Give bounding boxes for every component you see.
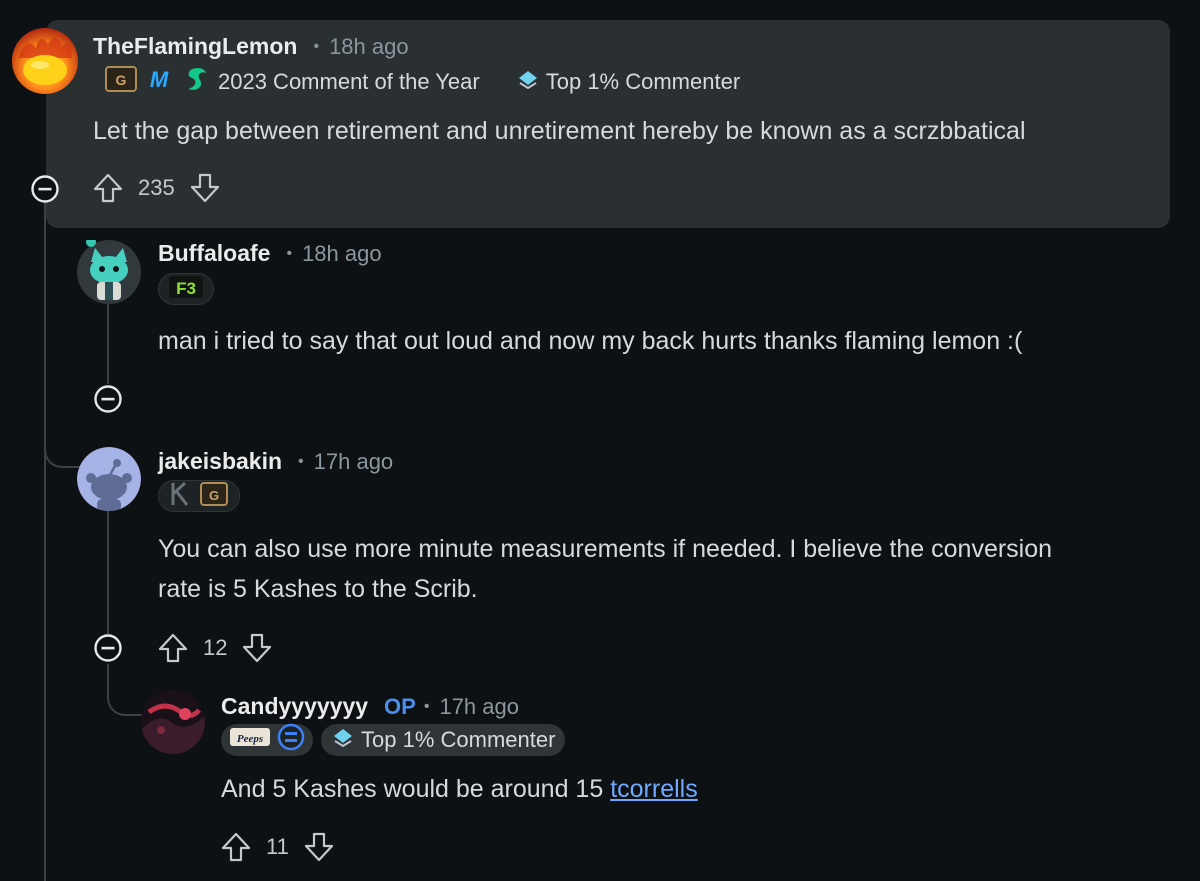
top-commenter-badge: Top 1% Commenter <box>506 66 750 98</box>
comment-body: And 5 Kashes would be around 15 tcorrell… <box>221 769 698 809</box>
minnesota-logo-icon: M <box>144 65 174 99</box>
collapse-thread-button[interactable] <box>93 633 123 663</box>
meta-separator: • <box>298 453 304 470</box>
collapse-thread-button[interactable] <box>30 174 60 204</box>
comment-username[interactable]: jakeisbakin <box>158 448 282 475</box>
upvote-icon[interactable] <box>157 632 189 664</box>
upvote-icon[interactable] <box>92 172 124 204</box>
svg-text:M: M <box>150 67 169 92</box>
comment-username[interactable]: Candyyyyyyy <box>221 693 368 720</box>
comment-body-text: And 5 Kashes would be around 15 <box>221 775 604 803</box>
team-circle-logo-icon <box>277 723 305 757</box>
avatar[interactable] <box>77 237 141 304</box>
collapse-thread-button[interactable] <box>93 384 123 414</box>
top-commenter-label: Top 1% Commenter <box>361 727 556 752</box>
thread-elbow-candy <box>107 664 145 716</box>
user-flair: Peeps <box>221 723 313 757</box>
user-mention-link[interactable]: tcorrells <box>610 775 698 803</box>
comment-body: man i tried to say that out loud and now… <box>158 327 1023 355</box>
downvote-icon[interactable] <box>303 831 335 863</box>
gen-g-logo-icon: G <box>104 65 138 99</box>
top-commenter-label: Top 1% Commenter <box>545 69 741 94</box>
comment-body-line: rate is 5 Kashes to the Scrib. <box>158 575 478 603</box>
flair-badge-text: Peeps <box>237 733 263 745</box>
downvote-icon[interactable] <box>189 172 221 204</box>
user-flair: G M 2023 Comment of the Year <box>100 66 484 98</box>
fly-quest-logo-icon: F3 <box>167 274 205 305</box>
user-flair: G <box>158 480 240 512</box>
comment-time[interactable]: 18h ago <box>302 241 382 267</box>
team-logo-icon <box>169 481 191 512</box>
comment-time[interactable]: 17h ago <box>439 694 519 720</box>
comment-username[interactable]: Buffaloafe <box>158 240 270 267</box>
thread-line-buffaloafe <box>107 300 109 384</box>
comment-time[interactable]: 18h ago <box>329 34 409 60</box>
comment-username[interactable]: TheFlamingLemon <box>93 33 297 60</box>
op-label: OP <box>384 694 416 719</box>
comment-body-line: You can also use more minute measurement… <box>158 535 1053 563</box>
meta-separator: • <box>423 698 430 715</box>
svg-text:G: G <box>209 488 219 503</box>
avatar[interactable] <box>12 28 78 94</box>
avatar[interactable] <box>77 447 141 511</box>
downvote-icon[interactable] <box>241 632 273 664</box>
vote-count: 12 <box>203 635 228 660</box>
svg-text:G: G <box>116 72 127 88</box>
top-commenter-badge: Top 1% Commenter <box>321 724 566 756</box>
top-commenter-icon <box>331 727 355 753</box>
user-flair: F3 <box>158 273 214 305</box>
vote-count: 235 <box>138 175 175 200</box>
peeps-logo-icon: Peeps <box>229 725 271 755</box>
flair-badge-text: F3 <box>176 279 196 298</box>
thread-line-main <box>44 200 46 881</box>
meta-separator: • <box>313 38 320 55</box>
comment-body: Let the gap between retirement and unret… <box>93 117 1026 145</box>
meta-separator: • <box>286 245 293 262</box>
thread-elbow-jakeisbakin <box>44 430 80 468</box>
avatar[interactable] <box>141 690 205 754</box>
comment-body: You can also use more minute measurement… <box>158 529 1052 609</box>
seattle-logo-icon <box>180 65 208 99</box>
vote-count: 11 <box>266 834 289 859</box>
top-commenter-icon <box>516 69 540 95</box>
gen-g-logo-icon: G <box>199 481 229 512</box>
flair-text: 2023 Comment of the Year <box>218 69 480 94</box>
thread-line-jakeisbakin <box>107 510 109 634</box>
upvote-icon[interactable] <box>220 831 252 863</box>
comment-time[interactable]: 17h ago <box>314 449 394 475</box>
